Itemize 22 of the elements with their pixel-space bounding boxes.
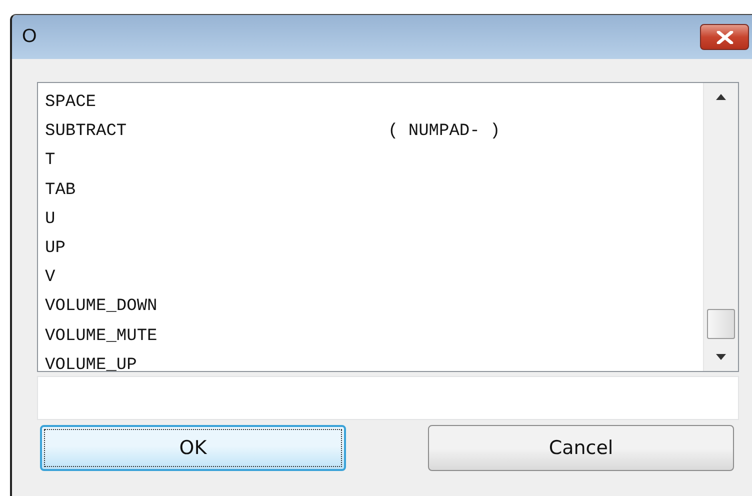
- key-name[interactable]: VOLUME_MUTE: [45, 326, 388, 346]
- close-button[interactable]: [700, 24, 749, 50]
- input-field[interactable]: [37, 376, 739, 420]
- key-name[interactable]: TAB: [45, 180, 388, 200]
- key-name[interactable]: T: [45, 151, 388, 170]
- scroll-down-icon[interactable]: [716, 354, 726, 360]
- key-alias: ( NUMPAD- ): [388, 122, 500, 142]
- key-name[interactable]: V: [45, 268, 388, 288]
- scrollbar-thumb[interactable]: [707, 309, 735, 339]
- key-name[interactable]: VOLUME_DOWN: [45, 297, 388, 316]
- dialog-button[interactable]: OK: [40, 425, 346, 471]
- key-name[interactable]: U: [45, 210, 388, 229]
- dialog-button[interactable]: Cancel: [428, 425, 734, 471]
- scroll-up-icon[interactable]: [716, 94, 726, 100]
- key-name[interactable]: SUBTRACT: [45, 122, 388, 142]
- key-name[interactable]: VOLUME_UP: [45, 356, 388, 371]
- key-list[interactable]: SPACE SUBTRACT ( NUMPAD- ) T TAB U UP V VOLUME_DOWN VOLUME_MUTE VOLUME_UP: [37, 82, 739, 372]
- key-name[interactable]: SPACE: [45, 93, 388, 112]
- window-title: O: [22, 26, 38, 48]
- close-icon: [716, 30, 734, 44]
- scrollbar[interactable]: [703, 83, 738, 371]
- key-name[interactable]: UP: [45, 239, 388, 258]
